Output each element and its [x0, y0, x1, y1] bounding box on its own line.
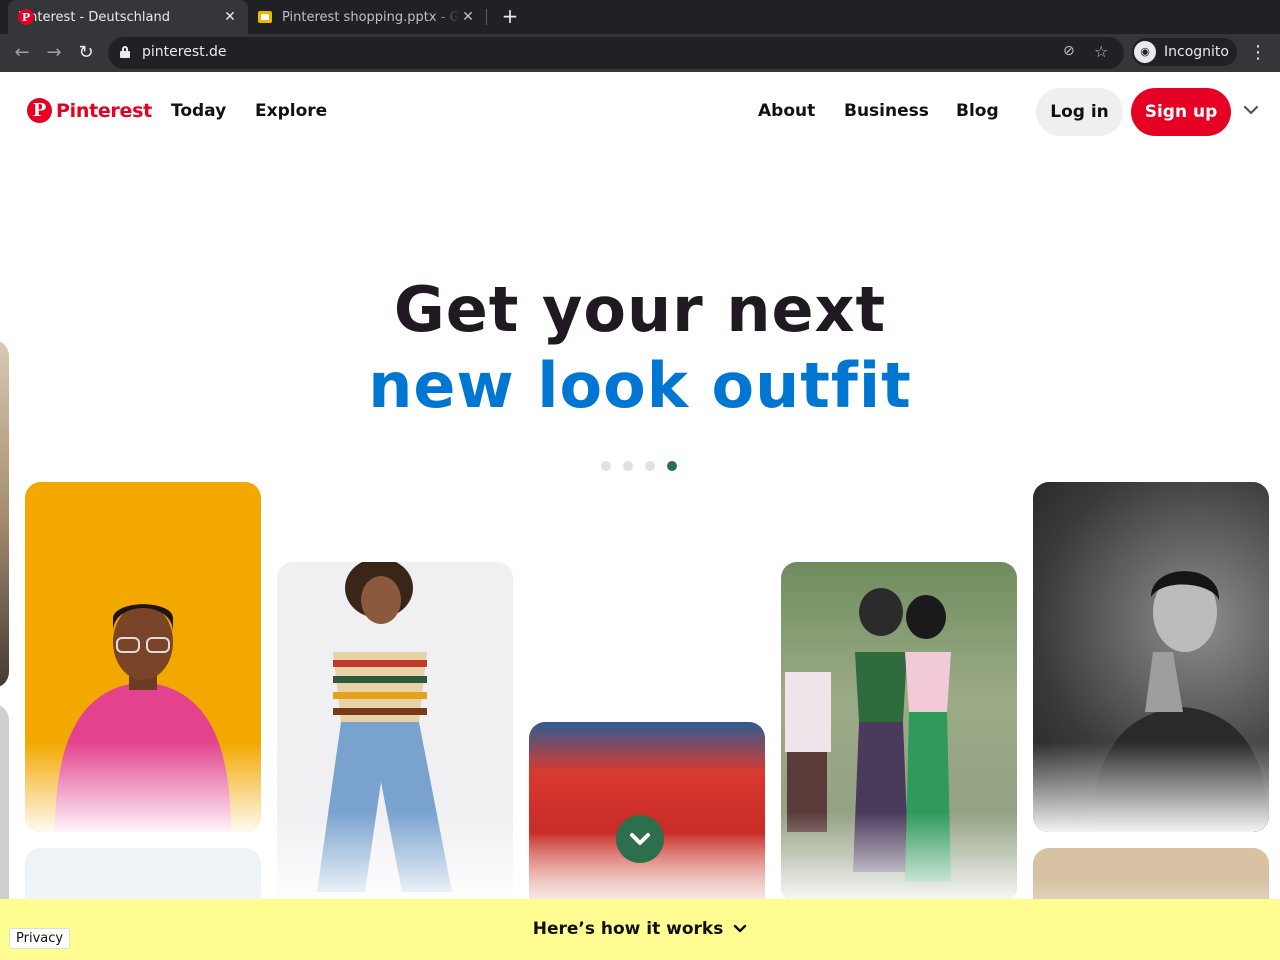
tab-title: Pinterest shopping.pptx - G — [282, 9, 460, 25]
new-tab-plus-icon[interactable]: + — [498, 4, 522, 28]
carousel-dots — [601, 461, 677, 471]
tab-separator — [486, 9, 487, 25]
carousel-dot-active[interactable] — [667, 461, 677, 471]
pinterest-page: P Pinterest Today Explore About Business… — [0, 72, 1280, 960]
login-button[interactable]: Log in — [1036, 88, 1123, 136]
chevron-down-icon[interactable] — [1241, 100, 1261, 120]
hero-line-1: Get your next — [393, 273, 887, 346]
pin-image-bw-portrait[interactable] — [1033, 482, 1269, 832]
close-tab-icon[interactable]: ✕ — [460, 9, 476, 25]
incognito-profile-button[interactable]: ◉ Incognito — [1132, 38, 1237, 66]
nav-link-explore[interactable]: Explore — [255, 101, 327, 121]
forward-arrow-icon[interactable]: → — [42, 41, 66, 65]
pin-image-striped-shirt[interactable] — [277, 562, 513, 902]
privacy-link[interactable]: Privacy — [9, 928, 71, 949]
carousel-dot[interactable] — [623, 461, 633, 471]
how-it-works-link[interactable]: Here’s how it works — [0, 899, 1280, 960]
browser-toolbar: ← → ↻ pinterest.de ⊘ ☆ ◉ Incognito ⋮ — [0, 34, 1280, 72]
pinterest-logo[interactable]: P Pinterest — [27, 98, 152, 123]
browser-menu-icon[interactable]: ⋮ — [1248, 41, 1268, 65]
image-fade — [277, 812, 513, 902]
bookmark-star-icon[interactable]: ☆ — [1094, 42, 1108, 61]
url-text: pinterest.de — [142, 44, 227, 60]
how-it-works-label: Here’s how it works — [532, 919, 724, 939]
image-fade — [1033, 742, 1269, 832]
pin-image-pink-sweater[interactable] — [25, 482, 261, 832]
incognito-icon: ◉ — [1134, 41, 1156, 63]
tab-pinterest[interactable]: P Pinterest - Deutschland ✕ — [8, 0, 248, 34]
profile-label: Incognito — [1164, 44, 1229, 60]
image-fade — [781, 812, 1017, 902]
carousel-dot[interactable] — [645, 461, 655, 471]
tab-slides[interactable]: Pinterest shopping.pptx - G ✕ — [250, 0, 484, 34]
scroll-down-button[interactable] — [616, 815, 664, 863]
image-fade — [25, 742, 261, 832]
chevron-down-icon — [734, 924, 747, 933]
nav-link-blog[interactable]: Blog — [956, 101, 999, 121]
how-it-works-banner[interactable]: Here’s how it works — [0, 899, 1280, 960]
eye-off-icon[interactable]: ⊘ — [1063, 43, 1075, 59]
nav-link-today[interactable]: Today — [171, 101, 226, 121]
back-arrow-icon[interactable]: ← — [10, 41, 34, 65]
carousel-dot[interactable] — [601, 461, 611, 471]
nav-link-business[interactable]: Business — [844, 101, 929, 121]
hero-heading: Get your next new look outfit — [0, 272, 1280, 424]
pin-image-partial-left[interactable] — [0, 340, 9, 688]
pin-image-street-style[interactable] — [781, 562, 1017, 902]
address-bar[interactable]: pinterest.de ⊘ ☆ — [108, 37, 1124, 69]
browser-tab-bar: P Pinterest - Deutschland ✕ Pinterest sh… — [0, 0, 1280, 34]
tab-title: Pinterest - Deutschland — [18, 9, 170, 25]
pinterest-logo-icon: P — [27, 98, 52, 123]
signup-button[interactable]: Sign up — [1131, 88, 1231, 136]
slides-favicon-icon — [258, 11, 272, 23]
pinterest-favicon-icon: P — [18, 9, 34, 25]
lock-icon — [120, 46, 130, 58]
top-navigation: P Pinterest Today Explore About Business… — [0, 72, 1280, 152]
logo-text: Pinterest — [56, 99, 152, 122]
nav-link-about[interactable]: About — [758, 101, 815, 121]
chevron-down-icon — [630, 833, 650, 845]
hero-line-2: new look outfit — [368, 349, 912, 422]
reload-icon[interactable]: ↻ — [74, 41, 98, 65]
close-tab-icon[interactable]: ✕ — [222, 9, 238, 25]
